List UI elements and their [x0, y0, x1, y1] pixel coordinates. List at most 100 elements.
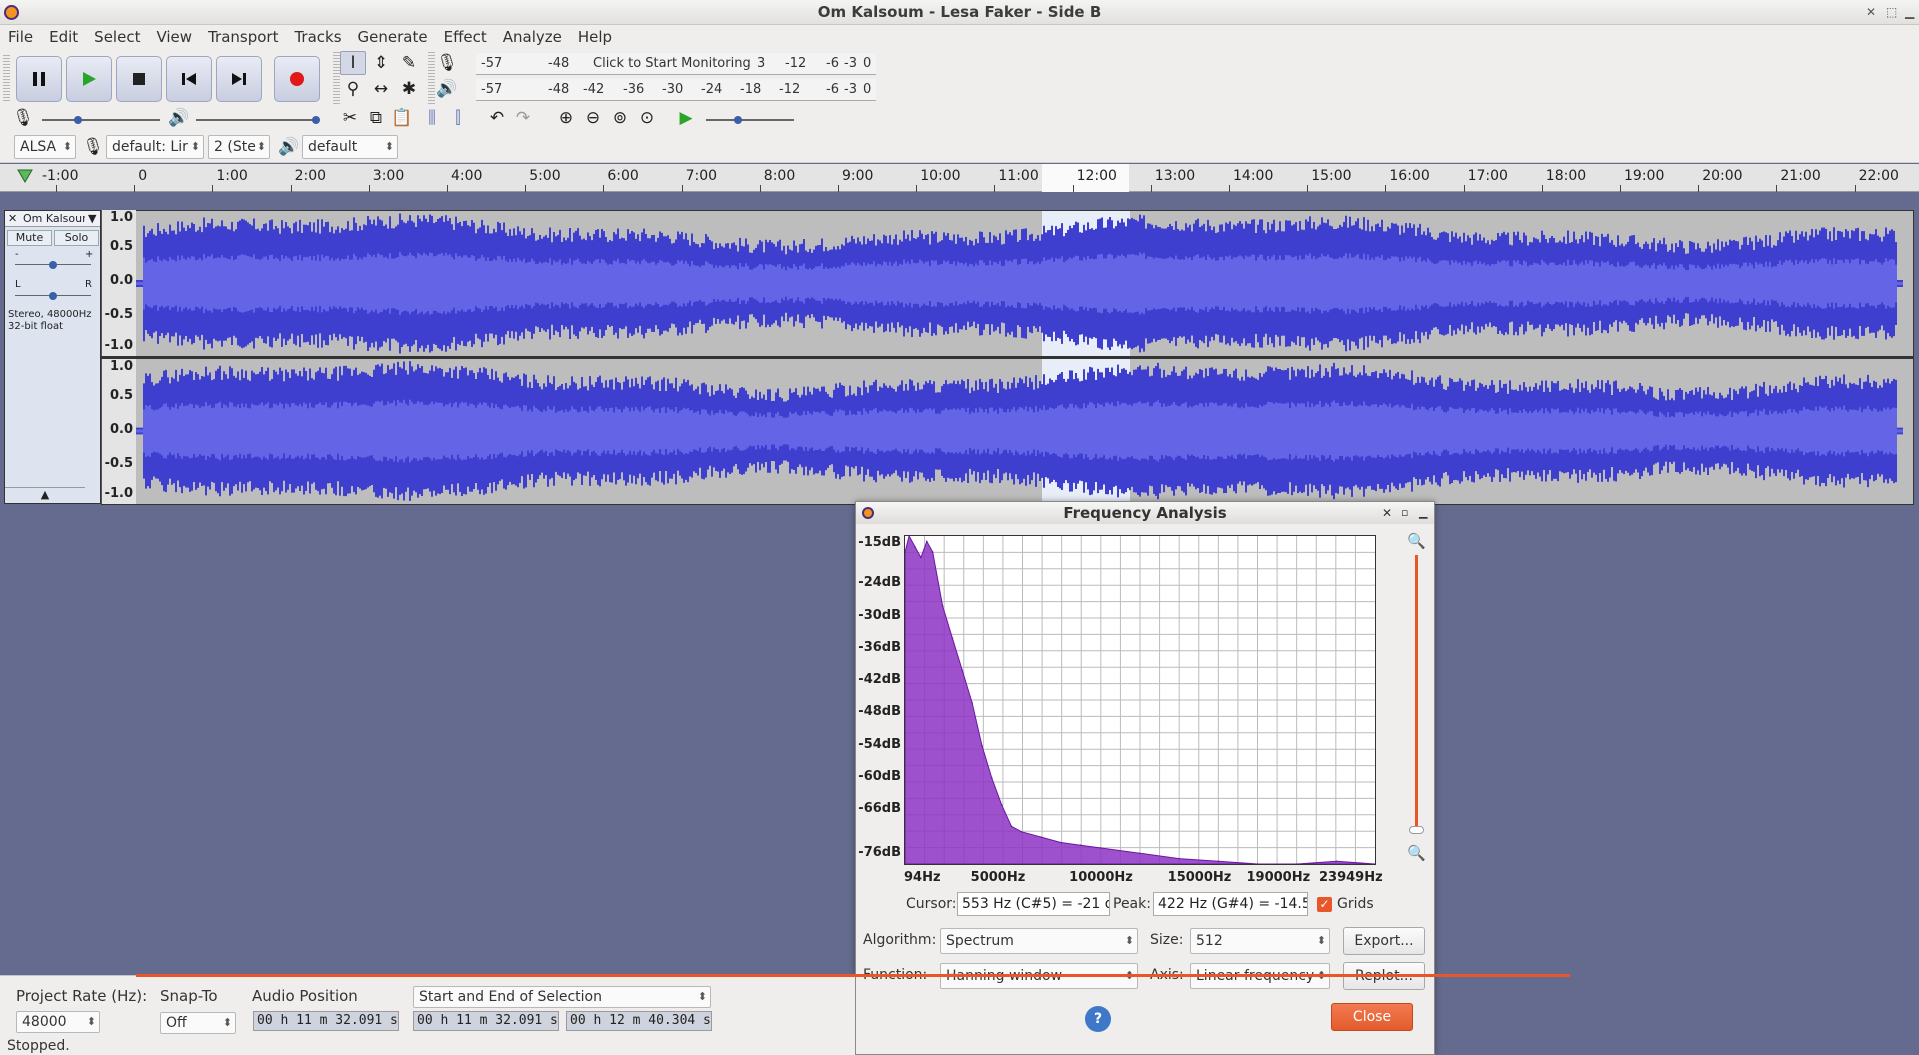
fit-project-icon[interactable]: ⊙	[634, 106, 660, 130]
scroll-indicator[interactable]	[136, 974, 1570, 977]
trim-icon[interactable]: ⫼	[419, 106, 445, 130]
menu-view[interactable]: View	[148, 25, 200, 49]
menu-select[interactable]: Select	[86, 25, 148, 49]
peak-value-field[interactable]: 422 Hz (G#4) = -14.5	[1153, 892, 1308, 916]
skip-to-start-button[interactable]	[166, 56, 212, 102]
help-button[interactable]: ?	[1085, 1006, 1111, 1032]
ruler-tick-label: 22:00	[1858, 168, 1899, 184]
menu-transport[interactable]: Transport	[200, 25, 286, 49]
snap-to-select[interactable]: Off	[160, 1012, 236, 1034]
play-head-icon[interactable]	[17, 168, 33, 184]
waveform-right-channel[interactable]	[135, 359, 1904, 503]
gain-slider[interactable]	[15, 261, 91, 269]
close-window-icon[interactable]: ✕	[1866, 0, 1876, 25]
selection-start-field[interactable]: 00 h 11 m 32.091 s	[413, 1011, 559, 1031]
play-speed-slider[interactable]	[706, 116, 794, 124]
play-at-speed-icon[interactable]: ▶	[673, 106, 699, 130]
close-button[interactable]: Close	[1331, 1003, 1413, 1031]
slider-knob[interactable]	[312, 116, 320, 124]
envelope-tool-icon[interactable]: ⇕	[368, 51, 394, 75]
copy-icon[interactable]: ⧉	[363, 106, 389, 130]
zoom-out-icon[interactable]: ⊖	[580, 106, 606, 130]
minimize-window-icon[interactable]: ▁	[1905, 0, 1914, 25]
menu-tracks[interactable]: Tracks	[286, 25, 349, 49]
menu-analyze[interactable]: Analyze	[495, 25, 570, 49]
record-meter[interactable]: -57 -48 Click to Start Monitoring 3 -12 …	[476, 53, 876, 75]
dialog-minimize-icon[interactable]: ▁	[1419, 502, 1427, 524]
track-bitdepth: 32-bit float	[8, 321, 64, 332]
menu-generate[interactable]: Generate	[350, 25, 436, 49]
cut-icon[interactable]: ✂	[337, 106, 363, 130]
ruler-tick-label: 19:00	[1624, 168, 1665, 184]
maximize-window-icon[interactable]: ⬚	[1886, 0, 1897, 25]
menu-help[interactable]: Help	[570, 25, 620, 49]
waveform-left-channel[interactable]	[135, 211, 1904, 356]
timeline-ruler[interactable]: -1:00 0 1:00 2:00 3:00 4:00 5:00 6:00 7:00 8:00 9:…	[0, 164, 1919, 192]
zoom-tool-icon[interactable]: ⚲	[340, 77, 366, 101]
x-tick-label: 19000Hz	[1246, 870, 1311, 885]
pan-slider[interactable]	[15, 292, 91, 300]
timeshift-tool-icon[interactable]: ↔	[368, 77, 394, 101]
selection-tool-icon[interactable]: I	[340, 51, 366, 75]
size-select[interactable]: 512	[1190, 928, 1330, 954]
zoom-slider-thumb[interactable]	[1409, 826, 1424, 834]
track-close-icon[interactable]: ✕	[8, 211, 17, 226]
stop-button[interactable]	[116, 56, 162, 102]
zoom-out-icon[interactable]: 🔍	[1407, 844, 1426, 862]
record-meter-mic-icon[interactable]: 🎙	[434, 51, 460, 75]
grids-checkbox[interactable]: ✓	[1317, 897, 1332, 912]
tools-grip[interactable]	[333, 52, 340, 104]
recording-device-select[interactable]: default: Lir	[106, 135, 204, 159]
track-name-bar[interactable]: ✕ Om Kalsoum ▼	[5, 211, 100, 227]
playback-volume-slider[interactable]	[196, 116, 320, 124]
audio-position-field[interactable]: 00 h 11 m 32.091 s	[253, 1011, 399, 1031]
zoom-in-icon[interactable]: 🔍	[1407, 532, 1426, 550]
recording-volume-slider[interactable]	[42, 116, 160, 124]
cursor-value-field[interactable]: 553 Hz (C#5) = -21 dB	[957, 892, 1110, 916]
meter-tick: -36	[623, 82, 645, 97]
playback-device-select[interactable]: default	[302, 135, 398, 159]
zoom-in-icon[interactable]: ⊕	[553, 106, 579, 130]
dialog-maximize-icon[interactable]: ▫	[1401, 502, 1408, 524]
track-menu-chevron-icon[interactable]: ▼	[88, 211, 96, 226]
spectrum-point	[931, 551, 934, 553]
selection-mode-select[interactable]: Start and End of Selection	[413, 986, 711, 1008]
snap-to-label: Snap-To	[160, 987, 218, 1005]
playback-meter[interactable]: -57 -48 -42 -36 -30 -24 -18 -12 -6 -3 0	[476, 79, 876, 101]
playback-meter-speaker-icon[interactable]: 🔊	[434, 77, 460, 101]
fit-selection-icon[interactable]: ⊚	[607, 106, 633, 130]
project-rate-select[interactable]: 48000	[16, 1011, 100, 1033]
menu-file[interactable]: File	[0, 25, 41, 49]
slider-knob[interactable]	[49, 292, 57, 300]
slider-knob[interactable]	[49, 261, 57, 269]
play-button[interactable]	[66, 56, 112, 102]
selection-end-field[interactable]: 00 h 12 m 40.304 s	[566, 1011, 712, 1031]
ruler-tick-label: 12:00	[1076, 168, 1117, 184]
dialog-close-icon[interactable]: ✕	[1382, 502, 1392, 524]
silence-icon[interactable]: ⫿	[445, 106, 471, 130]
algorithm-select[interactable]: Spectrum	[940, 928, 1138, 954]
menu-edit[interactable]: Edit	[41, 25, 86, 49]
collapse-track-icon[interactable]: ▲	[5, 487, 85, 503]
undo-icon[interactable]: ↶	[484, 106, 510, 130]
record-button[interactable]	[274, 56, 320, 102]
spectrum-point	[914, 545, 916, 548]
menu-effect[interactable]: Effect	[436, 25, 495, 49]
y-tick-label: -15dB	[858, 535, 901, 550]
draw-tool-icon[interactable]: ✎	[396, 51, 422, 75]
paste-icon[interactable]: 📋	[389, 106, 415, 130]
audio-host-select[interactable]: ALSA	[14, 135, 76, 159]
spectrum-plot[interactable]	[904, 534, 1376, 865]
redo-icon[interactable]: ↷	[510, 106, 536, 130]
pause-button[interactable]	[16, 56, 62, 102]
mute-button[interactable]: Mute	[7, 230, 52, 246]
skip-to-end-button[interactable]	[216, 56, 262, 102]
slider-knob[interactable]	[734, 116, 742, 124]
vertical-zoom-slider[interactable]	[1415, 555, 1418, 831]
slider-knob[interactable]	[74, 116, 82, 124]
recording-channels-select[interactable]: 2 (Ste	[208, 135, 270, 159]
toolbar-grip[interactable]	[3, 55, 10, 101]
multi-tool-icon[interactable]: ✱	[396, 77, 422, 101]
export-button[interactable]: Export...	[1343, 927, 1425, 955]
solo-button[interactable]: Solo	[54, 230, 99, 246]
